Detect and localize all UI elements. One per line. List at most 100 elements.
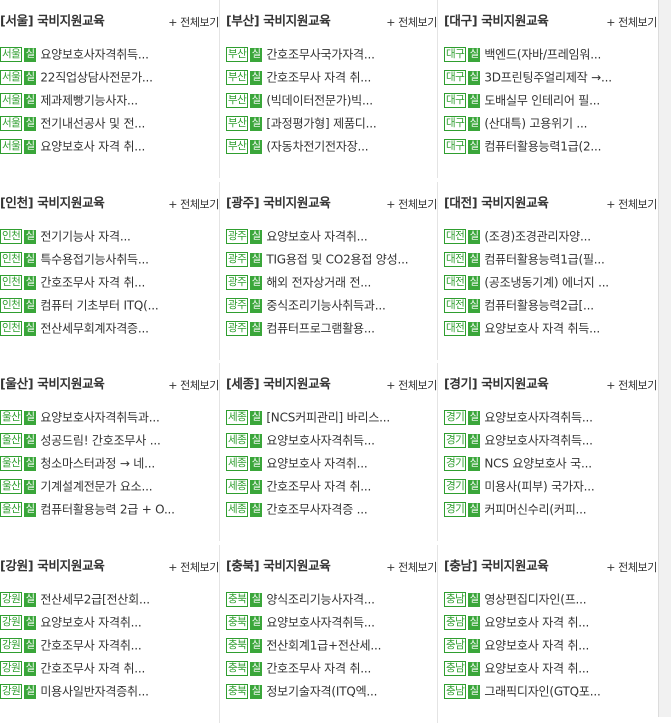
course-title-link[interactable]: 요양보호사자격취득... bbox=[40, 48, 149, 62]
list-item[interactable]: 광주 실 요양보호사 자격취... bbox=[226, 227, 437, 250]
course-title-link[interactable]: 간호조무사자격증 ... bbox=[266, 503, 367, 517]
course-title-link[interactable]: NCS 요양보호사 국... bbox=[484, 457, 592, 471]
course-title-link[interactable]: 그래픽디자인(GTQ포... bbox=[484, 685, 600, 699]
list-item[interactable]: 대전 실 (공조냉동기계) 에너지 ... bbox=[444, 273, 657, 296]
list-item[interactable]: 대구 실 도배실무 인테리어 필... bbox=[444, 91, 657, 114]
view-all-link[interactable]: + 전체보기 bbox=[168, 14, 219, 30]
course-title-link[interactable]: (자동차전기전자장... bbox=[266, 140, 368, 154]
course-title-link[interactable]: (빅데이터전문가)빅... bbox=[266, 94, 373, 108]
list-item[interactable]: 경기 실 NCS 요양보호사 국... bbox=[444, 454, 657, 477]
list-item[interactable]: 대전 실 컴퓨터활용능력1급(필... bbox=[444, 250, 657, 273]
course-title-link[interactable]: 컴퓨터 기초부터 ITQ(... bbox=[40, 299, 158, 313]
course-title-link[interactable]: 요양보호사자격취득... bbox=[266, 616, 375, 630]
course-title-link[interactable]: (산대특) 고용위기 ... bbox=[484, 117, 587, 131]
course-title-link[interactable]: 요양보호사 자격 취... bbox=[484, 639, 589, 653]
list-item[interactable]: 울산 실 요양보호사자격취득과... bbox=[0, 408, 219, 431]
view-all-link[interactable]: + 전체보기 bbox=[606, 377, 657, 393]
list-item[interactable]: 서울 실 22직업상담사전문가... bbox=[0, 68, 219, 91]
course-title-link[interactable]: 청소마스터과정 → 네... bbox=[40, 457, 155, 471]
list-item[interactable]: 대구 실 (산대특) 고용위기 ... bbox=[444, 114, 657, 137]
list-item[interactable]: 충남 실 그래픽디자인(GTQ포... bbox=[444, 682, 657, 705]
course-title-link[interactable]: 요양보호사 자격취... bbox=[266, 457, 367, 471]
course-title-link[interactable]: 전산회계1급+전산세... bbox=[266, 639, 381, 653]
course-title-link[interactable]: 컴퓨터프로그램활용... bbox=[266, 322, 375, 336]
list-item[interactable]: 대구 실 3D프린팅주얼리제작 →... bbox=[444, 68, 657, 91]
list-item[interactable]: 강원 실 간호조무사 자격 취... bbox=[0, 659, 219, 682]
list-item[interactable]: 강원 실 간호조무사 자격취... bbox=[0, 636, 219, 659]
course-title-link[interactable]: 요양보호사자격취득... bbox=[266, 434, 375, 448]
course-title-link[interactable]: 성공드림! 간호조무사 ... bbox=[40, 434, 160, 448]
course-title-link[interactable]: 영상편집디자인(프... bbox=[484, 593, 586, 607]
list-item[interactable]: 인천 실 전기기능사 자격... bbox=[0, 227, 219, 250]
view-all-link[interactable]: + 전체보기 bbox=[168, 559, 219, 575]
list-item[interactable]: 충북 실 요양보호사자격취득... bbox=[226, 613, 437, 636]
course-title-link[interactable]: 컴퓨터활용능력 2급 + O... bbox=[40, 503, 175, 517]
course-title-link[interactable]: 특수용접기능사취득... bbox=[40, 253, 149, 267]
view-all-link[interactable]: + 전체보기 bbox=[168, 196, 219, 212]
list-item[interactable]: 울산 실 컴퓨터활용능력 2급 + O... bbox=[0, 500, 219, 523]
course-title-link[interactable]: 요양보호사 자격 취... bbox=[484, 662, 589, 676]
list-item[interactable]: 세종 실 [NCS커피관리] 바리스... bbox=[226, 408, 437, 431]
list-item[interactable]: 광주 실 중식조리기능사취득과... bbox=[226, 296, 437, 319]
course-title-link[interactable]: 미용사일반자격증취... bbox=[40, 685, 149, 699]
course-title-link[interactable]: 요양보호사자격취득과... bbox=[40, 411, 159, 425]
course-title-link[interactable]: 요양보호사 자격 취득... bbox=[484, 322, 600, 336]
list-item[interactable]: 대전 실 (조경)조경관리자양... bbox=[444, 227, 657, 250]
list-item[interactable]: 광주 실 TIG용접 및 CO2용접 양성... bbox=[226, 250, 437, 273]
course-title-link[interactable]: 제과제빵기능사자... bbox=[40, 94, 138, 108]
list-item[interactable]: 부산 실 간호조무사국가자격... bbox=[226, 45, 437, 68]
list-item[interactable]: 인천 실 특수용접기능사취득... bbox=[0, 250, 219, 273]
course-title-link[interactable]: 간호조무사국가자격... bbox=[266, 48, 375, 62]
course-title-link[interactable]: 전기기능사 자격... bbox=[40, 230, 131, 244]
view-all-link[interactable]: + 전체보기 bbox=[606, 14, 657, 30]
list-item[interactable]: 경기 실 미용사(피부) 국가자... bbox=[444, 477, 657, 500]
list-item[interactable]: 세종 실 요양보호사자격취득... bbox=[226, 431, 437, 454]
list-item[interactable]: 광주 실 해외 전자상거래 전... bbox=[226, 273, 437, 296]
course-title-link[interactable]: TIG용접 및 CO2용접 양성... bbox=[266, 253, 408, 267]
view-all-link[interactable]: + 전체보기 bbox=[168, 377, 219, 393]
list-item[interactable]: 대전 실 요양보호사 자격 취득... bbox=[444, 319, 657, 342]
list-item[interactable]: 부산 실 [과정평가형] 제품디... bbox=[226, 114, 437, 137]
list-item[interactable]: 대구 실 컴퓨터활용능력1급(2... bbox=[444, 137, 657, 160]
list-item[interactable]: 인천 실 간호조무사 자격 취... bbox=[0, 273, 219, 296]
course-title-link[interactable]: 간호조무사 자격 취... bbox=[40, 276, 145, 290]
list-item[interactable]: 세종 실 요양보호사 자격취... bbox=[226, 454, 437, 477]
course-title-link[interactable]: [NCS커피관리] 바리스... bbox=[266, 411, 390, 425]
course-title-link[interactable]: 요양보호사 자격 취... bbox=[484, 616, 589, 630]
course-title-link[interactable]: 정보기술자격(ITQ엑... bbox=[266, 685, 377, 699]
course-title-link[interactable]: 간호조무사 자격 취... bbox=[266, 71, 371, 85]
list-item[interactable]: 서울 실 요양보호사자격취득... bbox=[0, 45, 219, 68]
course-title-link[interactable]: 해외 전자상거래 전... bbox=[266, 276, 371, 290]
course-title-link[interactable]: 백엔드(자바/프레임워... bbox=[484, 48, 601, 62]
course-title-link[interactable]: 컴퓨터활용능력1급(필... bbox=[484, 253, 605, 267]
view-all-link[interactable]: + 전체보기 bbox=[386, 559, 437, 575]
list-item[interactable]: 충남 실 영상편집디자인(프... bbox=[444, 590, 657, 613]
list-item[interactable]: 강원 실 미용사일반자격증취... bbox=[0, 682, 219, 705]
course-title-link[interactable]: 컴퓨터활용능력1급(2... bbox=[484, 140, 601, 154]
course-title-link[interactable]: 간호조무사 자격취... bbox=[40, 639, 141, 653]
list-item[interactable]: 부산 실 (빅데이터전문가)빅... bbox=[226, 91, 437, 114]
course-title-link[interactable]: 간호조무사 자격 취... bbox=[266, 662, 371, 676]
course-title-link[interactable]: 간호조무사 자격 취... bbox=[40, 662, 145, 676]
view-all-link[interactable]: + 전체보기 bbox=[386, 14, 437, 30]
course-title-link[interactable]: 기계설계전문가 요소... bbox=[40, 480, 152, 494]
list-item[interactable]: 세종 실 간호조무사 자격 취... bbox=[226, 477, 437, 500]
list-item[interactable]: 충남 실 요양보호사 자격 취... bbox=[444, 636, 657, 659]
course-title-link[interactable]: 전기내선공사 및 전... bbox=[40, 117, 145, 131]
list-item[interactable]: 울산 실 기계설계전문가 요소... bbox=[0, 477, 219, 500]
list-item[interactable]: 경기 실 요양보호사자격취득... bbox=[444, 431, 657, 454]
course-title-link[interactable]: 요양보호사자격취득... bbox=[484, 434, 593, 448]
course-title-link[interactable]: 중식조리기능사취득과... bbox=[266, 299, 385, 313]
list-item[interactable]: 충북 실 간호조무사 자격 취... bbox=[226, 659, 437, 682]
course-title-link[interactable]: (공조냉동기계) 에너지 ... bbox=[484, 276, 609, 290]
list-item[interactable]: 충북 실 정보기술자격(ITQ엑... bbox=[226, 682, 437, 705]
vertical-scrollbar[interactable] bbox=[658, 0, 671, 717]
list-item[interactable]: 세종 실 간호조무사자격증 ... bbox=[226, 500, 437, 523]
list-item[interactable]: 광주 실 컴퓨터프로그램활용... bbox=[226, 319, 437, 342]
list-item[interactable]: 대전 실 컴퓨터활용능력2급[... bbox=[444, 296, 657, 319]
list-item[interactable]: 울산 실 청소마스터과정 → 네... bbox=[0, 454, 219, 477]
list-item[interactable]: 부산 실 (자동차전기전자장... bbox=[226, 137, 437, 160]
list-item[interactable]: 충남 실 요양보호사 자격 취... bbox=[444, 613, 657, 636]
course-title-link[interactable]: 요양보호사자격취득... bbox=[484, 411, 593, 425]
list-item[interactable]: 울산 실 성공드림! 간호조무사 ... bbox=[0, 431, 219, 454]
